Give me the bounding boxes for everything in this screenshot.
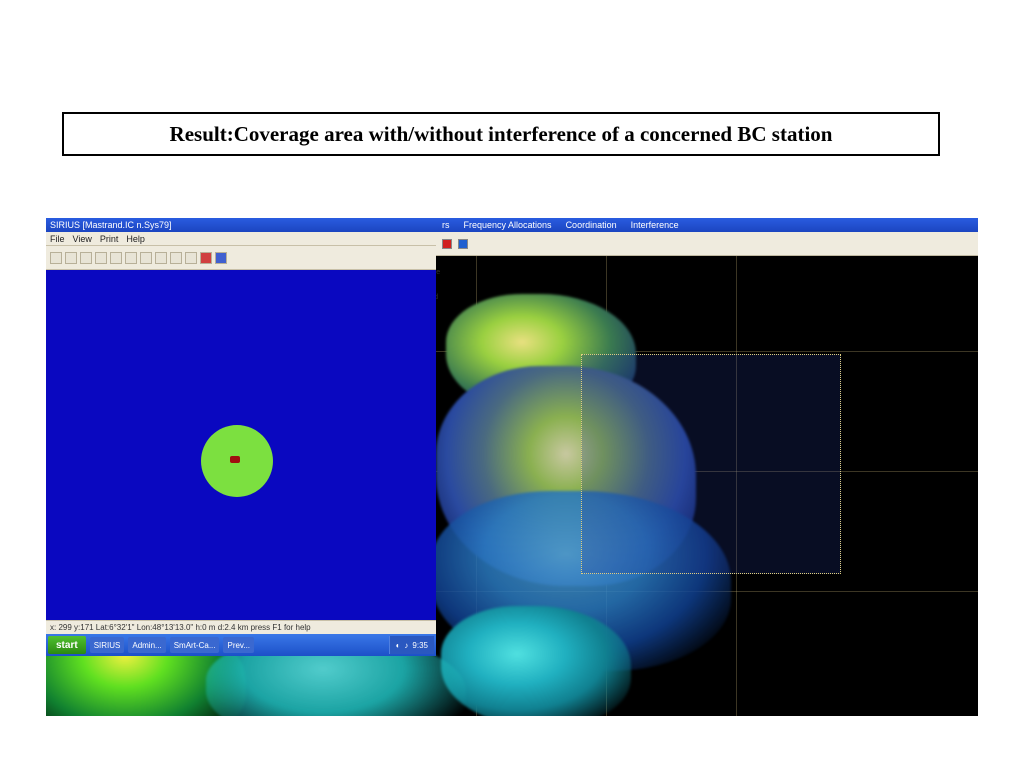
- status-text: x: 299 y:171 Lat:6°32'1" Lon:48°13'13.0"…: [50, 623, 311, 632]
- legend-swatch-red[interactable]: [442, 239, 452, 249]
- tray-icon[interactable]: ♪: [404, 641, 408, 650]
- start-button[interactable]: start: [48, 636, 86, 654]
- toolbar-button[interactable]: [170, 252, 182, 264]
- toolbar-button[interactable]: [140, 252, 152, 264]
- toolbar-button[interactable]: [110, 252, 122, 264]
- toolbar-button-stop[interactable]: [215, 252, 227, 264]
- toolbar-button[interactable]: [50, 252, 62, 264]
- station-marker: [230, 456, 240, 463]
- taskbar-item[interactable]: SmArt-Ca...: [170, 637, 220, 653]
- slide-title-box: Result:Coverage area with/without interf…: [62, 112, 940, 156]
- system-tray[interactable]: ◐ ♪ 9:35: [389, 636, 434, 654]
- menu-item[interactable]: Coordination: [566, 220, 617, 230]
- menu-item[interactable]: View: [73, 234, 92, 244]
- window-title: SIRIUS [Mastrand.IC n.Sys79]: [50, 220, 172, 230]
- clock: 9:35: [412, 641, 428, 650]
- terrain-blob: [441, 606, 631, 716]
- menu-item[interactable]: Interference: [631, 220, 679, 230]
- window-titlebar[interactable]: SIRIUS [Mastrand.IC n.Sys79]: [46, 218, 436, 232]
- coverage-app-window: SIRIUS [Mastrand.IC n.Sys79] File View P…: [46, 218, 436, 656]
- coverage-canvas[interactable]: [46, 270, 436, 620]
- selection-rectangle[interactable]: [581, 354, 841, 574]
- start-label: start: [56, 640, 78, 651]
- coverage-menubar: File View Print Help: [46, 232, 436, 246]
- toolbar-button[interactable]: [80, 252, 92, 264]
- tray-icon[interactable]: ◐: [396, 641, 401, 650]
- taskbar-item[interactable]: Prev...: [223, 637, 254, 653]
- slide-title: Result:Coverage area with/without interf…: [170, 122, 833, 147]
- taskbar-item[interactable]: Admin...: [128, 637, 165, 653]
- menu-item[interactable]: Print: [100, 234, 119, 244]
- toolbar-button[interactable]: [125, 252, 137, 264]
- menu-item[interactable]: Help: [126, 234, 145, 244]
- menu-item[interactable]: rs: [442, 220, 450, 230]
- coverage-toolbar: [46, 246, 436, 270]
- taskbar-item[interactable]: SIRIUS: [90, 637, 125, 653]
- status-bar: x: 299 y:171 Lat:6°32'1" Lon:48°13'13.0"…: [46, 620, 436, 634]
- menu-item[interactable]: File: [50, 234, 65, 244]
- menu-item[interactable]: Frequency Allocations: [464, 220, 552, 230]
- toolbar-button[interactable]: [95, 252, 107, 264]
- toolbar-button-record[interactable]: [200, 252, 212, 264]
- legend-swatch-blue[interactable]: [458, 239, 468, 249]
- windows-taskbar: start SIRIUS Admin... SmArt-Ca... Prev..…: [46, 634, 436, 656]
- toolbar-button[interactable]: [65, 252, 77, 264]
- toolbar-button[interactable]: [185, 252, 197, 264]
- toolbar-button[interactable]: [155, 252, 167, 264]
